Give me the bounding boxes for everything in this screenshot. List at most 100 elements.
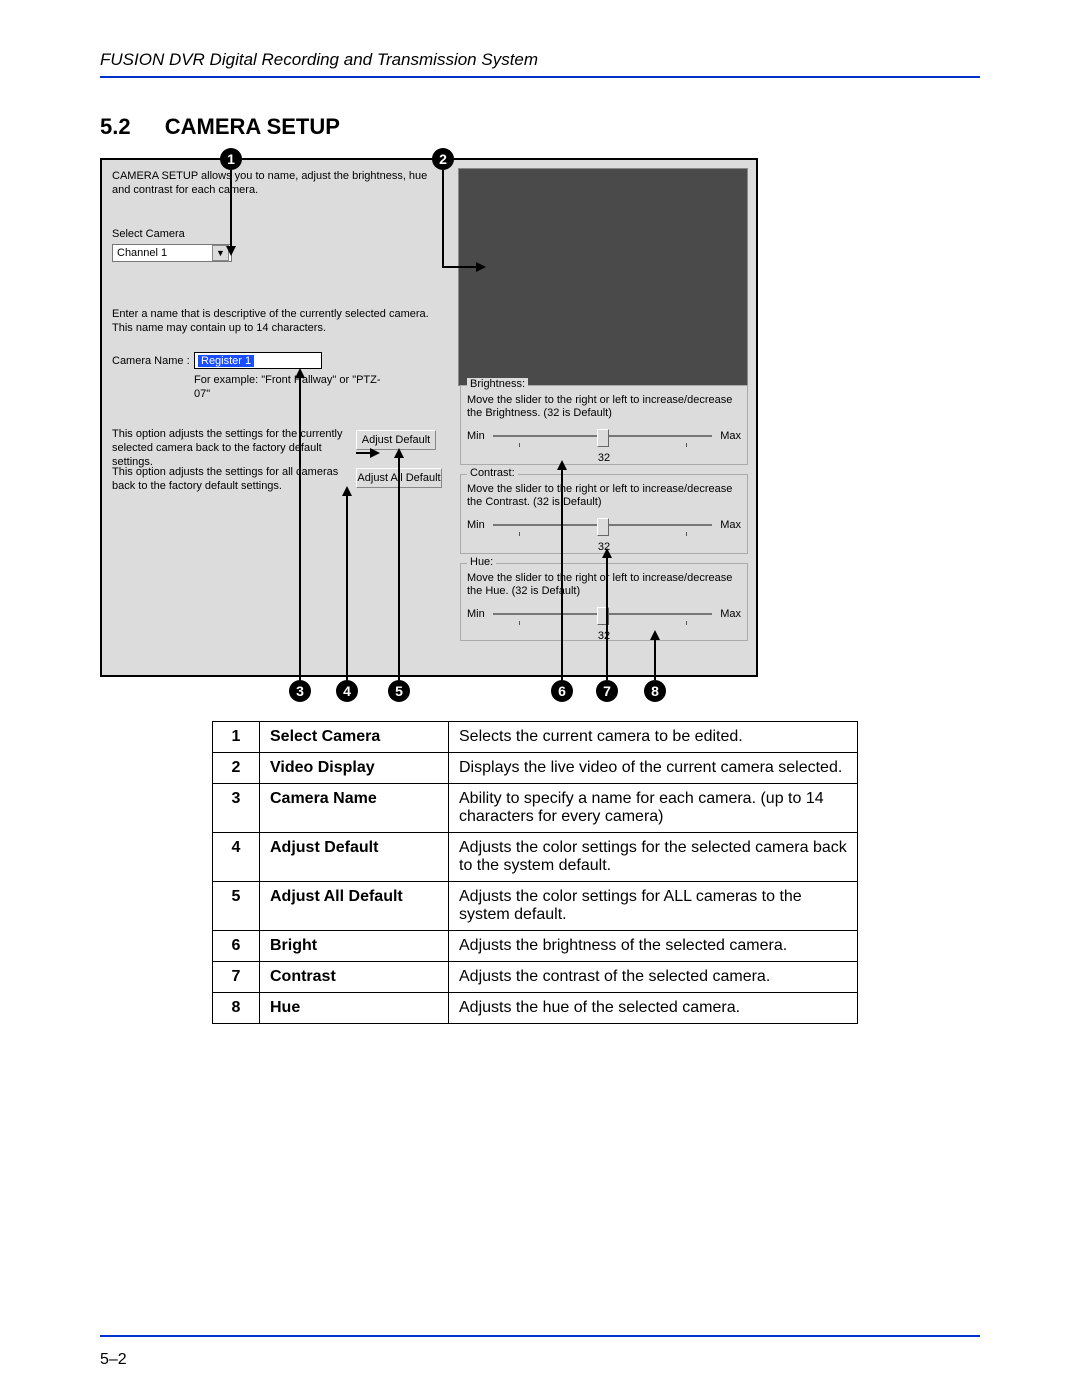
table-cell-name: Adjust Default (260, 833, 449, 882)
arrow-head-icon (557, 460, 567, 470)
contrast-max-label: Max (720, 519, 741, 531)
page: FUSION DVR Digital Recording and Transmi… (0, 0, 1080, 1397)
brightness-value: 32 (467, 452, 741, 464)
callout-table: 1 Select Camera Selects the current came… (212, 721, 858, 1024)
hue-group: Hue: Move the slider to the right or lef… (460, 563, 748, 641)
table-cell-num: 6 (213, 931, 260, 962)
brightness-min-label: Min (467, 430, 485, 442)
select-camera-dropdown[interactable]: Channel 1 ▼ (112, 244, 232, 262)
camera-name-description: Enter a name that is descriptive of the … (112, 308, 440, 336)
arrow-line (230, 170, 232, 246)
table-cell-desc: Ability to specify a name for each camer… (449, 784, 858, 833)
hue-slider[interactable] (493, 613, 712, 615)
table-cell-name: Bright (260, 931, 449, 962)
callout-marker-8: 8 (644, 680, 666, 702)
adjust-all-default-description: This option adjusts the settings for all… (112, 466, 350, 494)
table-row: 8 Hue Adjusts the hue of the selected ca… (213, 993, 858, 1024)
table-cell-desc: Displays the live video of the current c… (449, 753, 858, 784)
brightness-legend: Brightness: (467, 378, 528, 390)
callout-marker-1: 1 (220, 148, 242, 170)
arrow-head-icon (226, 246, 236, 256)
contrast-group: Contrast: Move the slider to the right o… (460, 474, 748, 554)
arrow-head-icon (650, 630, 660, 640)
brightness-group: Brightness: Move the slider to the right… (460, 385, 748, 465)
header-rule (100, 76, 980, 78)
callout-marker-2: 2 (432, 148, 454, 170)
arrow-line (356, 452, 370, 454)
table-cell-name: Camera Name (260, 784, 449, 833)
camera-name-label: Camera Name : (112, 355, 194, 367)
table-row: 7 Contrast Adjusts the contrast of the s… (213, 962, 858, 993)
table-cell-name: Hue (260, 993, 449, 1024)
adjust-default-button[interactable]: Adjust Default (356, 430, 436, 450)
brightness-description: Move the slider to the right or left to … (467, 394, 741, 420)
table-cell-num: 5 (213, 882, 260, 931)
arrow-line (654, 640, 656, 680)
table-row: 6 Bright Adjusts the brightness of the s… (213, 931, 858, 962)
hue-value: 32 (467, 630, 741, 642)
table-cell-desc: Adjusts the brightness of the selected c… (449, 931, 858, 962)
table-row: 5 Adjust All Default Adjusts the color s… (213, 882, 858, 931)
slider-thumb-icon[interactable] (597, 518, 609, 536)
arrow-head-icon (476, 262, 486, 272)
section-heading: 5.2 CAMERA SETUP (100, 114, 980, 140)
arrow-line (398, 458, 400, 680)
arrow-line (299, 378, 301, 680)
table-cell-num: 1 (213, 722, 260, 753)
table-cell-desc: Adjusts the hue of the selected camera. (449, 993, 858, 1024)
arrow-line (606, 558, 608, 680)
arrow-line (442, 170, 444, 266)
table-cell-name: Contrast (260, 962, 449, 993)
table-cell-name: Adjust All Default (260, 882, 449, 931)
camera-name-value: Register 1 (198, 355, 254, 367)
arrow-head-icon (602, 548, 612, 558)
hue-min-label: Min (467, 608, 485, 620)
callout-marker-7: 7 (596, 680, 618, 702)
table-cell-num: 7 (213, 962, 260, 993)
slider-thumb-icon[interactable] (597, 429, 609, 447)
table-row: 2 Video Display Displays the live video … (213, 753, 858, 784)
callout-marker-3: 3 (289, 680, 311, 702)
table-row: 4 Adjust Default Adjusts the color setti… (213, 833, 858, 882)
arrow-line (561, 470, 563, 680)
arrow-line (346, 496, 348, 680)
hue-description: Move the slider to the right or left to … (467, 572, 741, 598)
contrast-slider[interactable] (493, 524, 712, 526)
table-cell-desc: Adjusts the color settings for ALL camer… (449, 882, 858, 931)
camera-setup-dialog: CAMERA SETUP allows you to name, adjust … (100, 158, 758, 677)
table-cell-num: 8 (213, 993, 260, 1024)
page-number: 5–2 (100, 1351, 127, 1369)
table-row: 3 Camera Name Ability to specify a name … (213, 784, 858, 833)
table-cell-desc: Selects the current camera to be edited. (449, 722, 858, 753)
arrow-head-icon (394, 448, 404, 458)
section-title: CAMERA SETUP (165, 114, 340, 139)
adjust-default-description: This option adjusts the settings for the… (112, 428, 350, 469)
table-cell-num: 2 (213, 753, 260, 784)
arrow-head-icon (342, 486, 352, 496)
select-camera-label: Select Camera (112, 228, 185, 240)
table-cell-desc: Adjusts the color settings for the selec… (449, 833, 858, 882)
table-row: 1 Select Camera Selects the current came… (213, 722, 858, 753)
arrow-head-icon (370, 448, 380, 458)
callout-marker-5: 5 (388, 680, 410, 702)
table-cell-num: 3 (213, 784, 260, 833)
camera-name-input[interactable]: Register 1 (194, 352, 322, 369)
arrow-line (442, 266, 476, 268)
brightness-slider[interactable] (493, 435, 712, 437)
contrast-legend: Contrast: (467, 467, 518, 479)
document-header: FUSION DVR Digital Recording and Transmi… (100, 50, 980, 70)
table-cell-name: Select Camera (260, 722, 449, 753)
table-cell-desc: Adjusts the contrast of the selected cam… (449, 962, 858, 993)
hue-legend: Hue: (467, 556, 496, 568)
contrast-description: Move the slider to the right or left to … (467, 483, 741, 509)
section-number: 5.2 (100, 114, 131, 140)
hue-max-label: Max (720, 608, 741, 620)
callout-marker-4: 4 (336, 680, 358, 702)
footer-rule (100, 1335, 980, 1337)
dialog-intro-text: CAMERA SETUP allows you to name, adjust … (112, 170, 442, 198)
video-preview (458, 168, 748, 386)
brightness-max-label: Max (720, 430, 741, 442)
table-cell-name: Video Display (260, 753, 449, 784)
camera-name-example: For example: "Front Hallway" or "PTZ-07" (194, 374, 394, 402)
table-cell-num: 4 (213, 833, 260, 882)
